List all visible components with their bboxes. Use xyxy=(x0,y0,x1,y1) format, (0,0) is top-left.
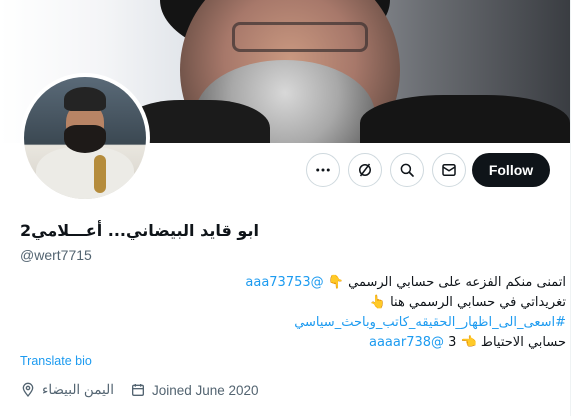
handle: @wert7715 xyxy=(20,247,92,263)
translate-bio-link[interactable]: Translate bio xyxy=(20,354,92,368)
avatar-body xyxy=(36,147,134,199)
bio-line4-text: حسابي الاحتياط xyxy=(480,335,566,350)
location-item: اليمن البيضاء xyxy=(20,382,114,398)
display-name: ابو قايد البيضاني... أعـــلامي2 xyxy=(20,221,259,240)
bio-line1-text: اتمنى منكم الفزعه على حسابي الرسمي xyxy=(348,275,566,290)
location-icon xyxy=(22,382,34,398)
grok-button[interactable] xyxy=(348,153,382,187)
bio-line-1: اتمنى منكم الفزعه على حسابي الرسمي 👇 @aa… xyxy=(26,273,566,293)
avatar-dagger xyxy=(94,155,106,193)
search-button[interactable] xyxy=(390,153,424,187)
location-text: اليمن البيضاء xyxy=(42,382,114,397)
grok-icon xyxy=(359,163,371,177)
profile-meta: اليمن البيضاء Joined June 2020 xyxy=(20,382,275,398)
banner-robe-right xyxy=(360,95,570,143)
message-icon xyxy=(442,164,456,176)
bio-line2-text: تغريداتي في حسابي الرسمي هنا xyxy=(390,295,566,310)
bio-line-2: تغريداتي في حسابي الرسمي هنا 👆 xyxy=(26,293,566,313)
point-left-icon: 👈 xyxy=(460,335,477,350)
bio-line-4: حسابي الاحتياط 👈 3 @aaaar738 xyxy=(26,333,566,353)
avatar[interactable] xyxy=(20,73,150,203)
bio-backup-mention-link[interactable]: @aaaar738 xyxy=(369,335,444,350)
more-icon xyxy=(316,168,330,172)
avatar-beard xyxy=(64,125,106,153)
bio-hashtag-link[interactable]: #اسعى_الى_اظهار_الحقيقه_كاتب_وباحث_سياسي xyxy=(294,315,566,330)
bio-line-3: #اسعى_الى_اظهار_الحقيقه_كاتب_وباحث_سياسي xyxy=(26,313,566,333)
bio-mention-link[interactable]: @aaa73753 xyxy=(245,275,323,290)
banner-glasses xyxy=(232,22,368,52)
follow-button[interactable]: Follow xyxy=(472,153,550,187)
point-up-icon: 👆 xyxy=(369,295,386,310)
bio-line4-number: 3 xyxy=(448,335,457,350)
avatar-image xyxy=(24,77,146,199)
calendar-icon xyxy=(131,384,144,396)
message-button[interactable] xyxy=(432,153,466,187)
joined-item: Joined June 2020 xyxy=(130,382,259,398)
point-down-icon: 👇 xyxy=(327,275,344,290)
search-icon xyxy=(400,163,414,177)
avatar-head xyxy=(64,87,106,111)
scrollbar-rail[interactable] xyxy=(570,0,587,416)
bio: اتمنى منكم الفزعه على حسابي الرسمي 👇 @aa… xyxy=(26,273,566,353)
joined-text: Joined June 2020 xyxy=(151,382,259,398)
more-button[interactable] xyxy=(306,153,340,187)
